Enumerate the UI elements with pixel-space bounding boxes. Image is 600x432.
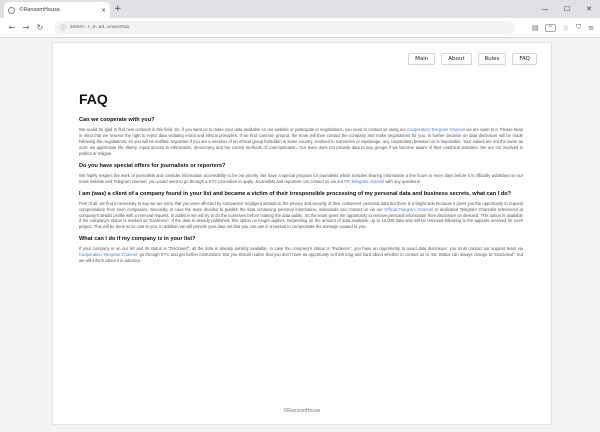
official-channel-link[interactable]: Official Telegram Channel [384,207,433,212]
faq-question-3: I am (was) a client of a company found i… [79,190,512,197]
minimize-icon[interactable]: — [534,0,556,18]
cooperation-channel-link[interactable]: Cooperation Telegram Channel [407,127,465,132]
faq-content: FAQ Can we cooperate with you? We would … [79,91,523,269]
reload-icon[interactable]: ↻ [34,23,46,32]
window-close-icon[interactable]: ✕ [578,0,600,18]
url-text: zohlm..7..0..ad..onion/faq [70,25,129,30]
close-icon[interactable]: ✕ [101,7,106,14]
window-controls: — ☐ ✕ [534,0,600,18]
page-footer: ©RansomHouse [283,408,321,414]
faq-question-1: Can we cooperate with you? [79,117,155,123]
tab-title: ©RansomHouse [19,7,60,13]
nav-rules[interactable]: Rules [477,53,507,65]
web-page: Main About Rules FAQ FAQ Can we cooperat… [52,42,552,425]
faq-answer-2: We highly respect the work of journalist… [79,172,523,184]
forward-icon[interactable]: → [20,23,32,32]
nav-faq[interactable]: FAQ [512,53,537,65]
faq-answer-1: We would be glad to find new contacts in… [79,126,524,156]
faq-question-4: What can I do if my company is in your l… [79,236,196,243]
faq-question-2: Do you have special offers for journalis… [79,162,226,169]
pr-channel-link[interactable]: PR Telegram channel [344,179,384,184]
faq-answer-3: First of all, we find it necessary to sa… [79,200,523,230]
site-info-icon[interactable]: ⓘ [60,23,66,32]
globe-icon [8,6,15,14]
page-title: FAQ [79,91,108,107]
extension-icon[interactable]: ᵃᵇ [545,23,556,32]
menu-icon[interactable]: ≡ [588,24,594,32]
top-navigation: Main About Rules FAQ [408,53,537,65]
new-tab-icon[interactable]: + [114,3,122,15]
back-icon[interactable]: ← [6,23,18,32]
maximize-icon[interactable]: ☐ [556,0,578,18]
faq-answer-4: If your company is on our list and its s… [79,246,523,264]
address-bar[interactable]: ⓘ zohlm..7..0..ad..onion/faq [54,21,515,34]
browser-toolbar: ← → ↻ ⓘ zohlm..7..0..ad..onion/faq ▤ ᵃᵇ … [0,18,600,38]
browser-titlebar: ©RansomHouse ✕ + — ☐ ✕ [0,0,600,18]
nav-main[interactable]: Main [408,53,436,65]
shield-icon[interactable]: ⛉ [576,23,581,32]
cooperation-channel-link-2[interactable]: Cooperation Telegram Channel [79,252,137,257]
reader-view-icon[interactable]: ▤ [532,24,539,32]
browser-tab[interactable]: ©RansomHouse ✕ [4,2,110,18]
bookmark-star-icon[interactable]: ☆ [563,24,569,32]
nav-about[interactable]: About [441,53,472,65]
